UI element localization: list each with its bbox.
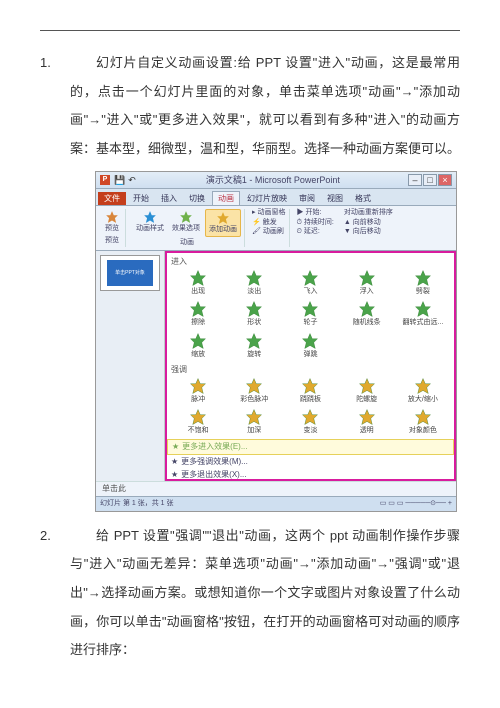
tab-file[interactable]: 文件 <box>98 192 126 206</box>
animation-gallery: 进入 出现淡出飞入浮入劈裂擦除形状轮子随机线条翻转式由远... 缩放旋转弹跳 强调… <box>165 251 456 481</box>
gallery-item[interactable]: 出现 <box>171 269 225 296</box>
ribbon-group-anim: 动画样式 效果选项 添加动画 动画 <box>130 209 245 247</box>
effect-options-button[interactable]: 效果选项 <box>169 209 203 236</box>
ribbon-group-preview: 预览 预览 <box>99 209 126 247</box>
ribbon-tabs: 文件 开始 插入 切换 动画 幻灯片放映 审阅 视图 格式 <box>96 189 456 206</box>
tab-view[interactable]: 视图 <box>322 192 348 206</box>
item2-text: 给 PPT 设置"强调""退出"动画，这两个 ppt 动画制作操作步骤与"进入"… <box>70 522 460 665</box>
tab-switch[interactable]: 切换 <box>184 192 210 206</box>
qat-undo-icon[interactable]: ↶ <box>128 175 136 186</box>
ribbon-group-advanced: ▸ 动画窗格 ⚡ 触发 🖌 动画刷 <box>249 209 290 247</box>
gallery-item[interactable]: 淡出 <box>227 269 281 296</box>
gallery-item[interactable]: 弹跳 <box>283 332 337 359</box>
minimize-button[interactable]: ‒ <box>408 174 422 186</box>
thumb-content: 单击PPT对象 <box>107 260 153 286</box>
slide-thumbnail-panel: 单击PPT对象 <box>96 251 165 481</box>
duration-field[interactable]: ⏱ 持续时间: <box>297 219 334 227</box>
gallery-item[interactable]: 脉冲 <box>171 377 225 404</box>
preview-icon <box>105 210 119 224</box>
app-icon: P <box>100 175 110 185</box>
enter-grid: 出现淡出飞入浮入劈裂擦除形状轮子随机线条翻转式由远... 缩放旋转弹跳 <box>171 269 450 359</box>
delay-field[interactable]: ⏲ 延迟: <box>297 228 334 236</box>
slide-count: 幻灯片 第 1 张，共 1 张 <box>100 500 174 508</box>
gallery-item[interactable]: 缩放 <box>171 332 225 359</box>
gallery-head-emphasis: 强调 <box>171 363 450 377</box>
zoom-controls[interactable]: ▭ ▭ ▭ ─────⊙── + <box>380 500 452 508</box>
gallery-item[interactable]: 形状 <box>227 300 281 327</box>
titlebar: P 💾 ↶ 演示文稿1 - Microsoft PowerPoint ‒ □ × <box>96 172 456 189</box>
ribbon-group-reorder: 对动画重新排序 ▲ 向前移动 ▼ 向后移动 <box>341 209 396 247</box>
trigger-button[interactable]: ⚡ 触发 <box>252 219 286 227</box>
tab-format[interactable]: 格式 <box>350 192 376 206</box>
preview-button[interactable]: 预览 <box>102 209 122 234</box>
gallery-item[interactable]: 彩色脉冲 <box>227 377 281 404</box>
gallery-item[interactable]: 透明 <box>340 408 394 435</box>
gallery-item[interactable]: 浮入 <box>340 269 394 296</box>
tab-slideshow[interactable]: 幻灯片放映 <box>242 192 292 206</box>
item2-number: 2. <box>40 522 70 665</box>
workspace: 单击PPT对象 进入 出现淡出飞入浮入劈裂擦除形状轮子随机线条翻转式由远... 缩… <box>96 251 456 481</box>
ribbon: 预览 预览 动画样式 效果选项 添加动画 动画 <box>96 206 456 251</box>
move-back-button[interactable]: ▼ 向后移动 <box>344 228 393 236</box>
tab-start[interactable]: 开始 <box>128 192 154 206</box>
window-title: 演示文稿1 - Microsoft PowerPoint <box>139 175 407 186</box>
list-item-1: 1. 幻灯片自定义动画设置:给 PPT 设置"进入"动画，这是最常用的，点击一个… <box>40 49 460 163</box>
slide-thumb-1[interactable]: 单击PPT对象 <box>100 255 160 291</box>
qat-save-icon[interactable]: 💾 <box>114 175 125 186</box>
star-icon <box>179 210 193 224</box>
item1-text: 幻灯片自定义动画设置:给 PPT 设置"进入"动画，这是最常用的，点击一个幻灯片… <box>70 49 460 163</box>
anim-brush-button[interactable]: 🖌 动画刷 <box>252 228 286 236</box>
gallery-item[interactable]: 随机线条 <box>340 300 394 327</box>
ppt-screenshot: P 💾 ↶ 演示文稿1 - Microsoft PowerPoint ‒ □ ×… <box>95 171 457 511</box>
statusbar: 幻灯片 第 1 张，共 1 张 ▭ ▭ ▭ ─────⊙── + <box>96 496 456 511</box>
add-animation-button[interactable]: 添加动画 <box>205 209 241 236</box>
top-rule <box>40 30 460 31</box>
item1-number: 1. <box>40 49 70 163</box>
anim-style-button[interactable]: 动画样式 <box>133 209 167 236</box>
gallery-item[interactable]: 跷跷板 <box>283 377 337 404</box>
ribbon-group-timing: ▶ 开始: ⏱ 持续时间: ⏲ 延迟: <box>294 209 337 247</box>
reorder-label: 对动画重新排序 <box>344 209 393 217</box>
gallery-item[interactable]: 劈裂 <box>396 269 450 296</box>
anim-pane-button[interactable]: ▸ 动画窗格 <box>252 209 286 217</box>
add-anim-icon <box>216 211 230 225</box>
star-icon <box>143 210 157 224</box>
group-label-preview: 预览 <box>105 237 119 245</box>
watermark: Bai®经验 <box>408 465 450 477</box>
gallery-item[interactable]: 变淡 <box>283 408 337 435</box>
maximize-button[interactable]: □ <box>423 174 437 186</box>
gallery-item[interactable]: 轮子 <box>283 300 337 327</box>
tab-insert[interactable]: 插入 <box>156 192 182 206</box>
gallery-item[interactable]: 陀螺旋 <box>340 377 394 404</box>
move-forward-button[interactable]: ▲ 向前移动 <box>344 219 393 227</box>
gallery-item[interactable]: 旋转 <box>227 332 281 359</box>
close-button[interactable]: × <box>438 174 452 186</box>
gallery-item[interactable]: 不饱和 <box>171 408 225 435</box>
more-enter-effects[interactable]: ★ 更多进入效果(E)... <box>167 439 454 455</box>
gallery-item[interactable]: 飞入 <box>283 269 337 296</box>
gallery-head-enter: 进入 <box>171 255 450 269</box>
tab-review[interactable]: 审阅 <box>294 192 320 206</box>
tab-animation[interactable]: 动画 <box>212 191 240 206</box>
gallery-item[interactable]: 翻转式由远... <box>396 300 450 327</box>
emph-grid: 脉冲彩色脉冲跷跷板陀螺旋放大/缩小不饱和加深变淡透明对象颜色 <box>171 377 450 436</box>
slide-area-text: 单击此 <box>96 481 456 496</box>
start-dropdown[interactable]: ▶ 开始: <box>297 209 334 217</box>
gallery-item[interactable]: 加深 <box>227 408 281 435</box>
list-item-2: 2. 给 PPT 设置"强调""退出"动画，这两个 ppt 动画制作操作步骤与"… <box>40 522 460 665</box>
gallery-item[interactable]: 对象颜色 <box>396 408 450 435</box>
gallery-item[interactable]: 擦除 <box>171 300 225 327</box>
group-label-anim: 动画 <box>180 239 194 247</box>
gallery-item[interactable]: 放大/缩小 <box>396 377 450 404</box>
